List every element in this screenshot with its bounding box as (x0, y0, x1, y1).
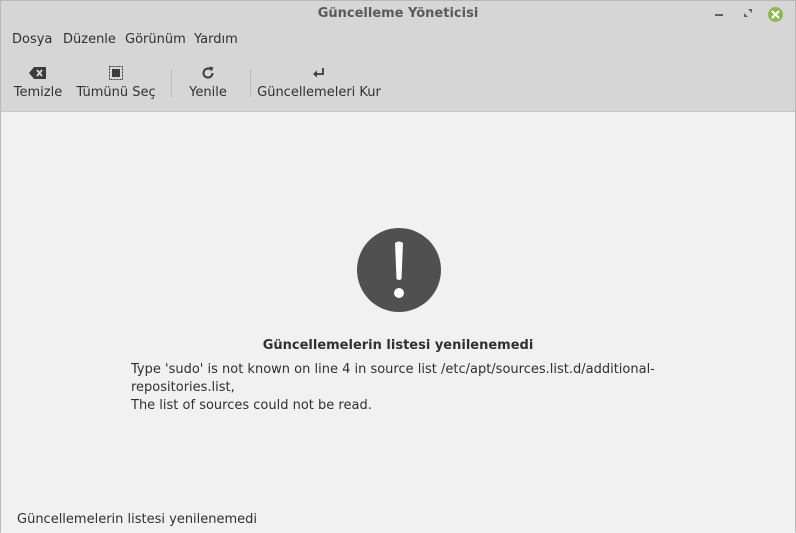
title-bar[interactable]: Güncelleme Yöneticisi (1, 1, 795, 27)
maximize-icon (743, 7, 753, 22)
maximize-button[interactable] (740, 6, 756, 22)
update-manager-window: Güncelleme Yöneticisi Dosya Düzenle Görü… (0, 0, 796, 533)
minimize-button[interactable] (711, 6, 727, 22)
error-message-line: Type 'sudo' is not known on line 4 in so… (131, 362, 655, 395)
toolbar-separator (171, 69, 172, 97)
exclamation-circle-icon (356, 227, 442, 313)
refresh-button[interactable]: Yenile (185, 52, 231, 112)
toolbar-separator (250, 69, 251, 97)
select-all-button[interactable]: Tümünü Seç (76, 52, 156, 112)
clear-label: Temizle (13, 85, 63, 100)
select-all-label: Tümünü Seç (76, 85, 156, 100)
window-title: Güncelleme Yöneticisi (317, 6, 479, 21)
menu-bar: Dosya Düzenle Görünüm Yardım (1, 27, 795, 52)
menu-view[interactable]: Görünüm (125, 32, 186, 47)
error-message: Type 'sudo' is not known on line 4 in so… (131, 361, 691, 415)
minimize-icon (714, 7, 724, 22)
error-title: Güncellemelerin listesi yenilenemedi (262, 338, 534, 353)
main-content: Güncellemelerin listesi yenilenemedi Typ… (1, 113, 795, 507)
menu-file[interactable]: Dosya (12, 32, 52, 47)
close-button[interactable] (767, 6, 783, 22)
backspace-icon (29, 64, 47, 82)
refresh-icon (201, 64, 215, 82)
clear-button[interactable]: Temizle (9, 52, 67, 112)
select-all-icon (109, 64, 123, 82)
menu-help[interactable]: Yardım (194, 32, 238, 47)
toolbar: Temizle Tümünü Seç Yenile Güncellemeleri… (1, 52, 795, 112)
status-text: Güncellemelerin listesi yenilenemedi (17, 512, 258, 527)
install-updates-button[interactable]: Güncellemeleri Kur (257, 52, 381, 112)
menu-edit[interactable]: Düzenle (63, 32, 116, 47)
install-updates-label: Güncellemeleri Kur (257, 85, 381, 100)
close-icon (767, 6, 783, 22)
error-message-line: The list of sources could not be read. (131, 398, 372, 413)
enter-arrow-icon (312, 64, 326, 82)
refresh-label: Yenile (189, 85, 227, 100)
status-bar: Güncellemelerin listesi yenilenemedi (1, 507, 795, 533)
